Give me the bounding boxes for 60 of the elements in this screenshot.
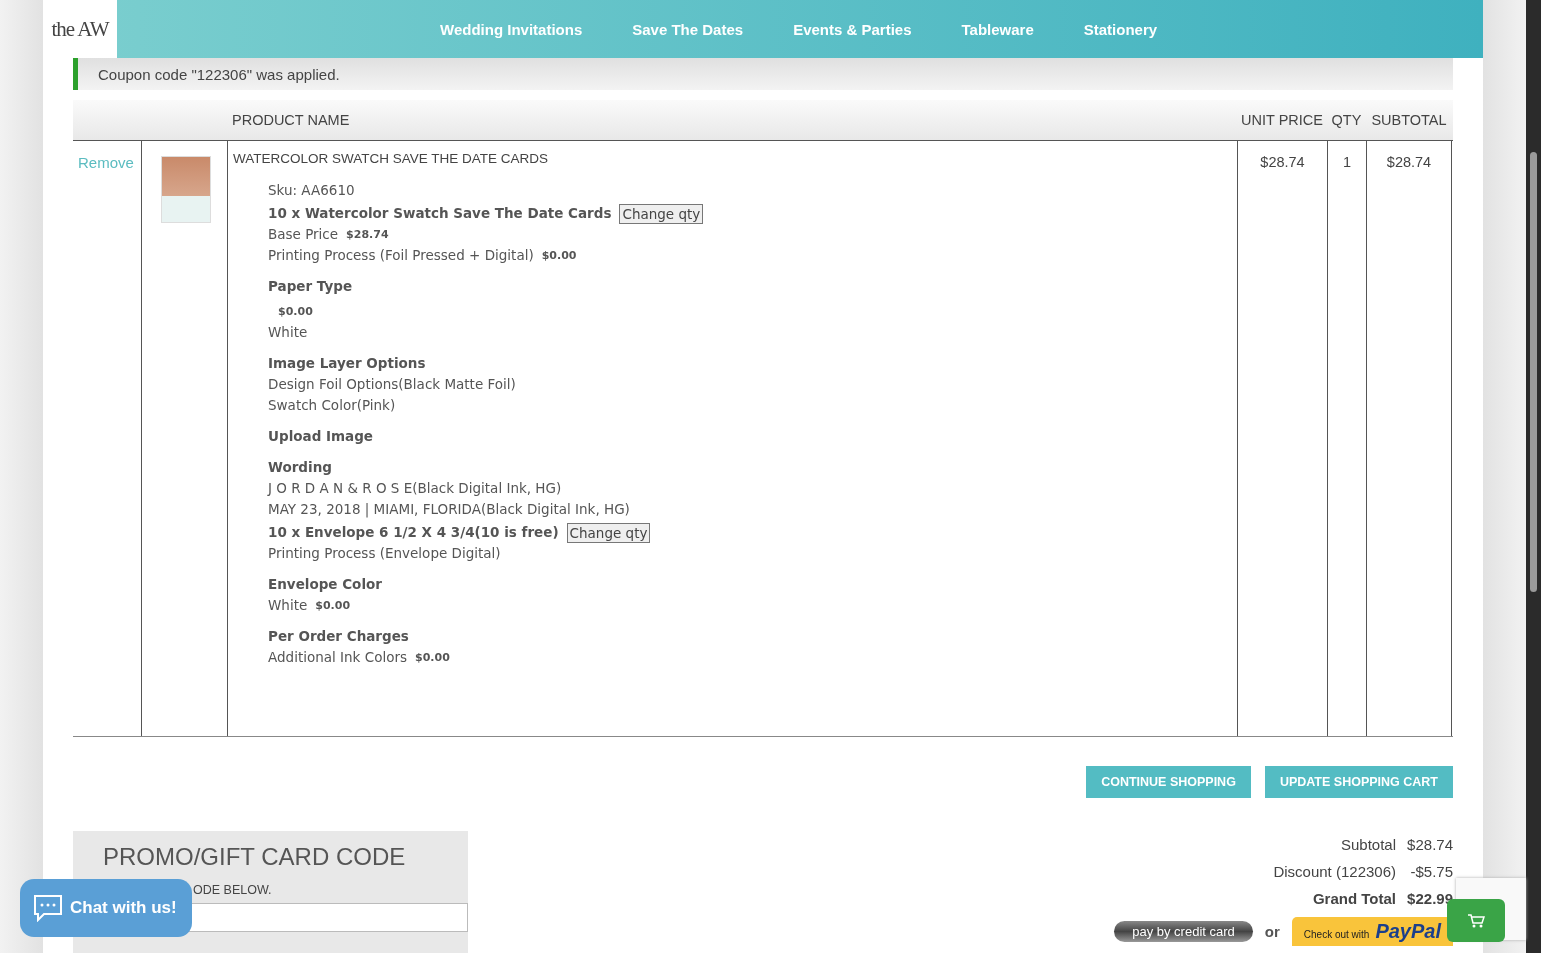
option-heading: Per Order Charges <box>268 627 409 646</box>
option-text: Printing Process (Foil Pressed + Digital) <box>268 246 534 265</box>
paypal-button[interactable]: Check out with PayPal <box>1291 917 1453 946</box>
column-header: QTY <box>1330 112 1363 128</box>
nav-link[interactable]: Save The Dates <box>632 20 744 38</box>
option-text: J O R D A N & R O S E(Black Digital Ink, HG) <box>268 479 562 498</box>
option-heading: Image Layer Options <box>268 354 426 373</box>
promo-title: PROMO/GIFT CARD CODE <box>103 843 407 871</box>
total-value: $28.74 <box>1406 836 1453 853</box>
option-price: $0.00 <box>541 248 577 264</box>
option-heading: Wording <box>268 458 332 477</box>
quantity: 1 <box>1341 153 1353 170</box>
unit-price: $28.74 <box>1259 153 1306 170</box>
photo-placeholder <box>161 156 211 223</box>
product-name: WATERCOLOR SWATCH SAVE THE DATE CARDS <box>232 150 550 166</box>
cart-action-button[interactable]: CONTINUE SHOPPING <box>1086 766 1251 798</box>
credit-card-button[interactable]: pay by credit card <box>1114 921 1253 942</box>
promo-hint: ODE BELOW. <box>193 883 272 897</box>
option-text: Swatch Color(Pink) <box>268 396 396 415</box>
option-price: $0.00 <box>315 598 351 614</box>
site-logo[interactable]: the AW <box>43 0 117 58</box>
column-header: UNIT PRICE <box>1240 112 1324 128</box>
cart-action-button[interactable]: UPDATE SHOPPING CART <box>1264 766 1453 798</box>
option-heading: Upload Image <box>268 427 374 446</box>
sku-text: Sku: AA6610 <box>268 181 355 200</box>
item-quantity-label: 10 x Envelope 6 1/2 X 4 3/4(10 is free) <box>268 523 559 542</box>
cart-icon <box>1467 912 1485 929</box>
coupon-message: Coupon code "122306" was applied. <box>73 58 1453 90</box>
column-header: PRODUCT NAME <box>231 112 351 128</box>
option-text: Additional Ink Colors <box>268 648 407 667</box>
option-text: Base Price <box>268 225 339 244</box>
scrollbar-thumb[interactable] <box>1530 152 1537 592</box>
chat-popup[interactable]: Chat with us! <box>20 879 192 937</box>
item-quantity-label: 10 x Watercolor Swatch Save The Date Cards <box>268 204 612 223</box>
option-text: White <box>268 323 308 342</box>
change-qty-button[interactable]: Change qty <box>566 522 651 543</box>
nav-link[interactable]: Wedding Invitations <box>440 20 583 38</box>
option-price: $0.00 <box>278 304 313 320</box>
option-text: White <box>268 596 308 615</box>
total-value: -$5.75 <box>1409 863 1453 880</box>
option-text: Printing Process (Envelope Digital) <box>268 544 501 563</box>
remove-link[interactable]: Remove <box>73 141 134 171</box>
option-price: $0.00 <box>415 650 450 666</box>
row-subtotal: $28.74 <box>1385 153 1433 170</box>
option-heading: Envelope Color <box>268 575 382 594</box>
change-qty-button[interactable]: Change qty <box>619 203 704 224</box>
total-label: Discount (122306) <box>1273 863 1396 880</box>
column-header: SUBTOTAL <box>1370 112 1448 128</box>
option-text: MAY 23, 2018 | MIAMI, FLORIDA(Black Digital Ink, HG) <box>268 500 630 520</box>
nav-link[interactable]: Stationery <box>1083 20 1158 38</box>
total-label: Subtotal <box>1340 836 1396 853</box>
or-text: or <box>1264 923 1280 940</box>
total-value: $22.99 <box>1406 890 1453 907</box>
option-heading: Paper Type <box>268 277 353 296</box>
option-price: $28.74 <box>346 227 389 243</box>
nav-link[interactable]: Tableware <box>961 20 1034 38</box>
option-text: Design Foil Options(Black Matte Foil) <box>268 375 516 394</box>
nav-link[interactable]: Events & Parties <box>793 20 912 38</box>
chat-bubble-icon <box>32 894 64 922</box>
total-label: Grand Total <box>1312 890 1396 907</box>
